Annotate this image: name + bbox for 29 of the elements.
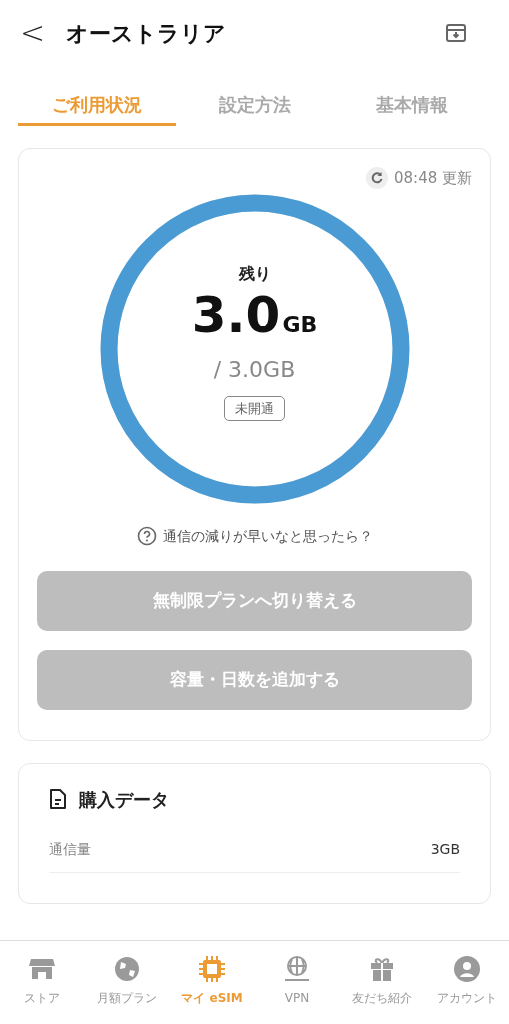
user-icon	[452, 955, 481, 983]
purchase-title: 購入データ	[79, 787, 169, 812]
nav-item[interactable]: VPN	[254, 955, 340, 1007]
remaining-amount: 3.0	[191, 289, 281, 340]
help-icon	[136, 526, 157, 546]
tab[interactable]: 基本情報	[333, 86, 491, 126]
nav-item[interactable]: 月額プラン	[84, 955, 170, 1007]
globe-icon	[113, 955, 142, 983]
refresh-icon[interactable]	[366, 167, 388, 190]
total-amount: / 3.0GB	[213, 355, 296, 384]
remaining-label: 残り	[238, 262, 271, 285]
tab[interactable]: ご利用状況	[18, 86, 176, 126]
remaining-unit: GB	[282, 310, 318, 339]
nav-item[interactable]: マイ eSIM	[169, 955, 255, 1007]
nav-item[interactable]: 友だち紹介	[339, 955, 425, 1007]
page-title: オーストラリア	[66, 19, 226, 48]
nav-item[interactable]: ストア	[0, 955, 85, 1007]
network-icon	[282, 955, 311, 983]
row-label: 通信量	[49, 839, 91, 859]
update-time: 08:48 更新	[394, 168, 472, 189]
nav-item[interactable]: アカウント	[424, 955, 509, 1007]
back-button[interactable]: <	[20, 18, 46, 48]
help-link[interactable]: 通信の減りが早いなと思ったら？	[162, 525, 373, 547]
document-icon	[49, 788, 67, 810]
archive-icon[interactable]	[445, 22, 467, 44]
status-badge: 未開通	[224, 395, 285, 421]
chip-icon	[198, 955, 227, 983]
row-value: 3GB	[430, 839, 460, 859]
tab[interactable]: 設定方法	[175, 86, 334, 126]
